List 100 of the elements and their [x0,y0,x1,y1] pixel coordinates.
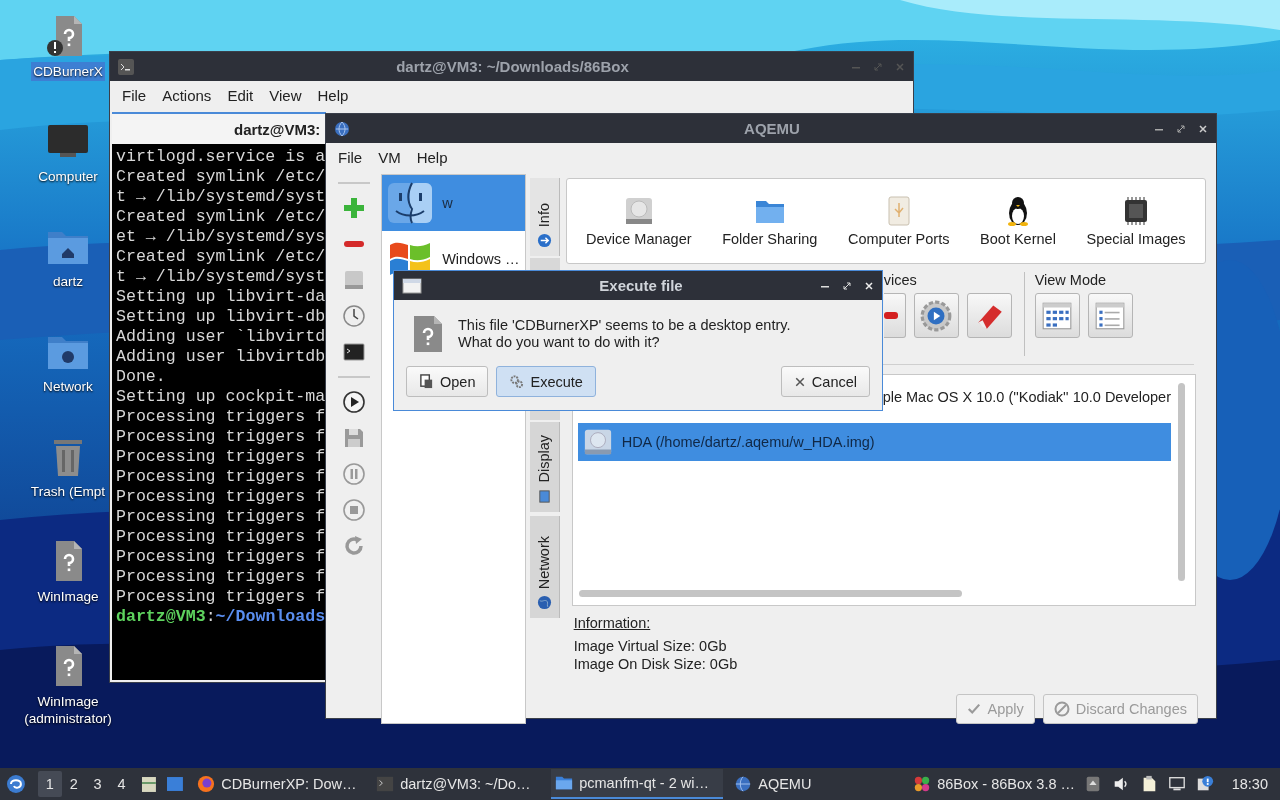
terminal-line: et → /lib/systemd/sys [116,227,326,247]
desktop-switcher[interactable]: 3 [85,771,110,797]
checkmark-icon [967,702,982,716]
terminal-line: Created symlink /etc/ [116,247,326,267]
terminal-line: Processing triggers f [116,407,326,427]
terminal-icon [118,58,134,75]
taskbar-button[interactable]: CDBurnerXP: Dow… [193,769,366,799]
desktop-icon-label[interactable]: Network [41,377,95,396]
clock-icon[interactable] [341,304,366,328]
section-button[interactable]: Folder Sharing [722,195,818,247]
section-button[interactable]: Computer Ports [847,195,950,247]
maximize-icon[interactable] [1176,123,1186,134]
information-heading: Information: [573,614,652,632]
pause-icon[interactable] [341,462,366,486]
terminal-line: t → /lib/systemd/syst [116,267,326,287]
section-button[interactable]: Device Manager [585,195,692,247]
unknown-file-icon [412,314,444,354]
terminal-line: Processing triggers f [116,467,326,487]
desktop-icon-label[interactable]: Trash (Empt [28,482,108,501]
scrollbar[interactable] [1178,383,1185,581]
minus-icon [883,312,898,319]
terminal-line: Adding user libvirtdb [116,347,326,367]
info-text: Image On Disk Size: 0Gb [573,655,739,673]
start-menu-icon[interactable] [6,774,26,794]
close-icon [793,375,806,388]
window-title: AQEMU [743,120,801,137]
terminal-line: Created symlink /etc/ [116,167,326,187]
menu-item[interactable]: VM [370,149,409,166]
terminal-line: Setting up libvirt-da [116,287,326,307]
desktop-icon-label[interactable]: CDBurnerX [31,62,105,81]
terminal-icon [376,775,395,793]
terminal-line: Done. [116,367,166,387]
gear-icon [919,298,954,333]
dialog-title: Execute file [598,277,684,294]
group-label: View Mode [1034,272,1108,289]
terminal-line: Processing triggers f [116,527,326,547]
terminal-tab[interactable]: dartz@VM3: [112,112,326,144]
taskbar-button[interactable]: pcmanfm-qt - 2 wi… [551,769,724,799]
side-tab[interactable]: Network [530,516,560,618]
device-row[interactable]: HDA (/home/dartz/.aqemu/w_HDA.img) [577,423,1171,461]
window-title: dartz@VM3: ~/Downloads/86Box [395,58,630,75]
terminal-line: Adding user `libvirtd [116,327,326,347]
desktop-icon-label[interactable]: Computer [36,167,100,186]
play-icon[interactable] [341,390,366,414]
terminal-line: Processing triggers f [116,487,326,507]
prohibited-icon [1053,701,1070,717]
colored-dots-icon [913,775,932,793]
taskbar-button[interactable]: AQEMU [730,769,903,799]
document-icon [419,374,434,389]
menu-item[interactable]: Edit [219,87,262,104]
terminal-line: Processing triggers f [116,507,326,527]
menu-item[interactable]: File [330,149,371,166]
terminal-line: Created symlink /etc/ [116,207,326,227]
gear-button[interactable] [913,293,959,338]
menu-item[interactable]: Help [309,87,357,104]
desktop-icon-label[interactable]: dartz [50,272,86,291]
remove-device-button[interactable] [883,293,906,338]
group-label: vices [883,272,918,289]
side-tab[interactable]: Display [530,422,560,512]
side-tab[interactable]: Info [530,178,560,256]
info-icon[interactable] [1195,775,1214,793]
scrollbar[interactable] [578,590,962,597]
browser-icon [197,775,216,793]
open-button[interactable]: Open [406,366,489,397]
desktop-switcher[interactable]: 4 [109,771,134,797]
terminal-line: Processing triggers f [116,447,326,467]
terminal-line: Setting up libvirt-db [116,307,326,327]
desktop-icon-label[interactable]: WinImage (administrator) [16,692,120,728]
terminal-line: Processing triggers f [116,547,326,567]
menu-item[interactable]: View [261,87,310,104]
info-text: Image Virtual Size: 0Gb [573,637,728,655]
terminal-prompt: dartz@VM3:~/Downloads [116,607,326,627]
desktop-switcher[interactable]: 2 [61,771,86,797]
execute-button[interactable]: Execute [496,366,596,397]
section-button[interactable]: Boot Kernel [980,195,1056,247]
terminal-line: t → /lib/systemd/syst [116,187,326,207]
desktop-switcher[interactable]: 1 [37,771,62,797]
stop-icon[interactable] [341,498,366,522]
icon-view-button[interactable] [1034,293,1080,338]
network-icon[interactable] [1167,775,1186,793]
gears-icon [509,374,525,389]
terminal-line: Processing triggers f [116,567,326,587]
terminal-icon[interactable] [341,340,366,364]
terminal-line: Setting up cockpit-ma [116,387,326,407]
eraser-button[interactable] [966,293,1012,338]
desktop-icon-label[interactable]: WinImage [35,587,101,606]
menu-item[interactable]: File [114,87,155,104]
terminal-line: virtlogd.service is a [116,147,326,167]
terminal-line: Processing triggers f [116,427,326,447]
dialog-message: This file 'CDBurnerXP' seems to be a desktop entry. What do you want to do with it? [458,317,791,351]
section-button[interactable]: Special Images [1086,195,1186,247]
clock: 18:30 [1231,776,1268,792]
taskbar-button[interactable]: 86Box - 86Box 3.8 … [909,769,1082,799]
vm-list-item[interactable]: w [382,175,526,231]
cancel-button[interactable]: Cancel [780,366,870,397]
terminal-line: Processing triggers f [116,587,326,607]
menu-item[interactable]: Actions [154,87,220,104]
menu-item[interactable]: Help [408,149,456,166]
maximize-icon[interactable] [842,280,852,291]
taskbar-button[interactable]: dartz@VM3: ~/Do… [372,769,545,799]
